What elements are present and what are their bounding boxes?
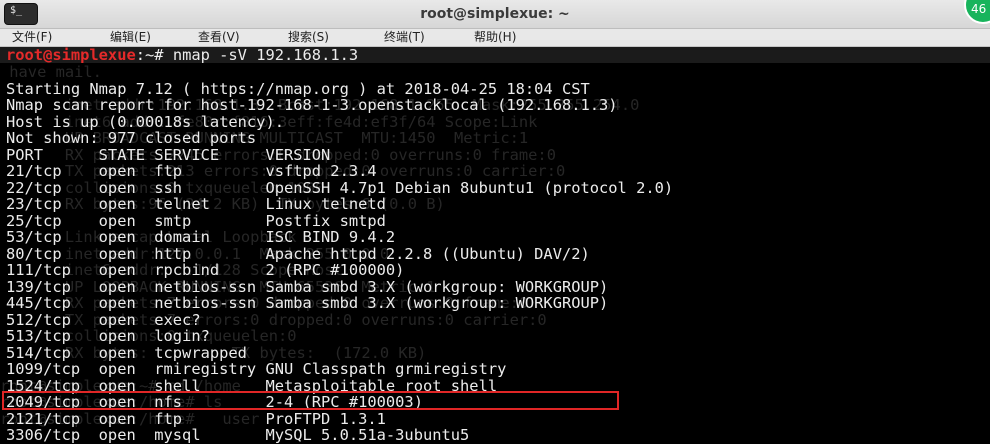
scan-info-line: Nmap scan report for host-192-168-1-3.op… [6,96,618,114]
port-row: 1099/tcp open rmiregistry GNU Classpath … [6,360,507,378]
command-text: nmap -sV 192.168.1.3 [172,47,359,64]
port-row: 513/tcp open login? [6,327,210,345]
command-line: root@simplexue:~# nmap -sV 192.168.1.3 [6,47,358,64]
port-row: 22/tcp open ssh OpenSSH 4.7p1 Debian 8ub… [6,178,674,197]
port-row: 23/tcp open telnet Linux telnetd [6,195,386,213]
prompt-user-host: root@simplexue [6,47,136,64]
menu-file[interactable]: 文件(F) [12,29,52,46]
port-table-header: PORT STATE SERVICE VERSION [6,145,331,164]
port-row: 53/tcp open domain ISC BIND 9.4.2 [6,228,396,246]
menu-edit[interactable]: 编辑(E) [110,29,151,46]
ghost-line: have mail. [0,63,102,81]
port-row: 2121/tcp open ftp ProFTPD 1.3.1 [6,409,386,428]
menu-help[interactable]: 帮助(H) [474,29,516,46]
terminal-output[interactable]: have mail. inet addr:192.168.1.3 Bcast:1… [0,47,990,444]
highlight-box [2,391,619,410]
port-row: 512/tcp open exec? [6,310,201,329]
scan-info-line: Host is up (0.00018s latency). [6,112,284,131]
menu-search[interactable]: 搜索(S) [288,29,329,46]
port-row: 3306/tcp open mysql MySQL 5.0.51a-3ubunt… [6,426,470,444]
scan-info-line: Starting Nmap 7.12 ( https://nmap.org ) … [6,79,590,98]
menu-bar: 文件(F) 编辑(E) 查看(V) 搜索(S) 终端(T) 帮助(H) [0,29,990,47]
port-row: 21/tcp open ftp vsftpd 2.3.4 [6,162,377,180]
window-title: root@simplexue: ~ [420,6,570,22]
port-row: 80/tcp open http Apache httpd 2.2.8 ((Ub… [6,244,590,263]
menu-terminal[interactable]: 终端(T) [384,29,425,46]
port-row: 514/tcp open tcpwrapped [6,343,247,362]
terminal-icon[interactable]: $_ [4,3,38,25]
scan-info-line: Not shown: 977 closed ports [6,129,257,147]
port-row: 445/tcp open netbios-ssn Samba smbd 3.X … [6,294,609,312]
port-row: 25/tcp open smtp Postfix smtpd [6,211,386,230]
port-row: 111/tcp open rpcbind 2 (RPC #100000) [6,261,405,279]
terminal-window: root@simplexue: ~ $_ 46 文件(F) 编辑(E) 查看(V… [0,0,990,444]
menu-view[interactable]: 查看(V) [198,29,240,46]
port-row: 139/tcp open netbios-ssn Samba smbd 3.X … [6,277,609,296]
prompt-path: :~# [135,47,173,64]
title-bar: root@simplexue: ~ $_ [0,0,990,29]
